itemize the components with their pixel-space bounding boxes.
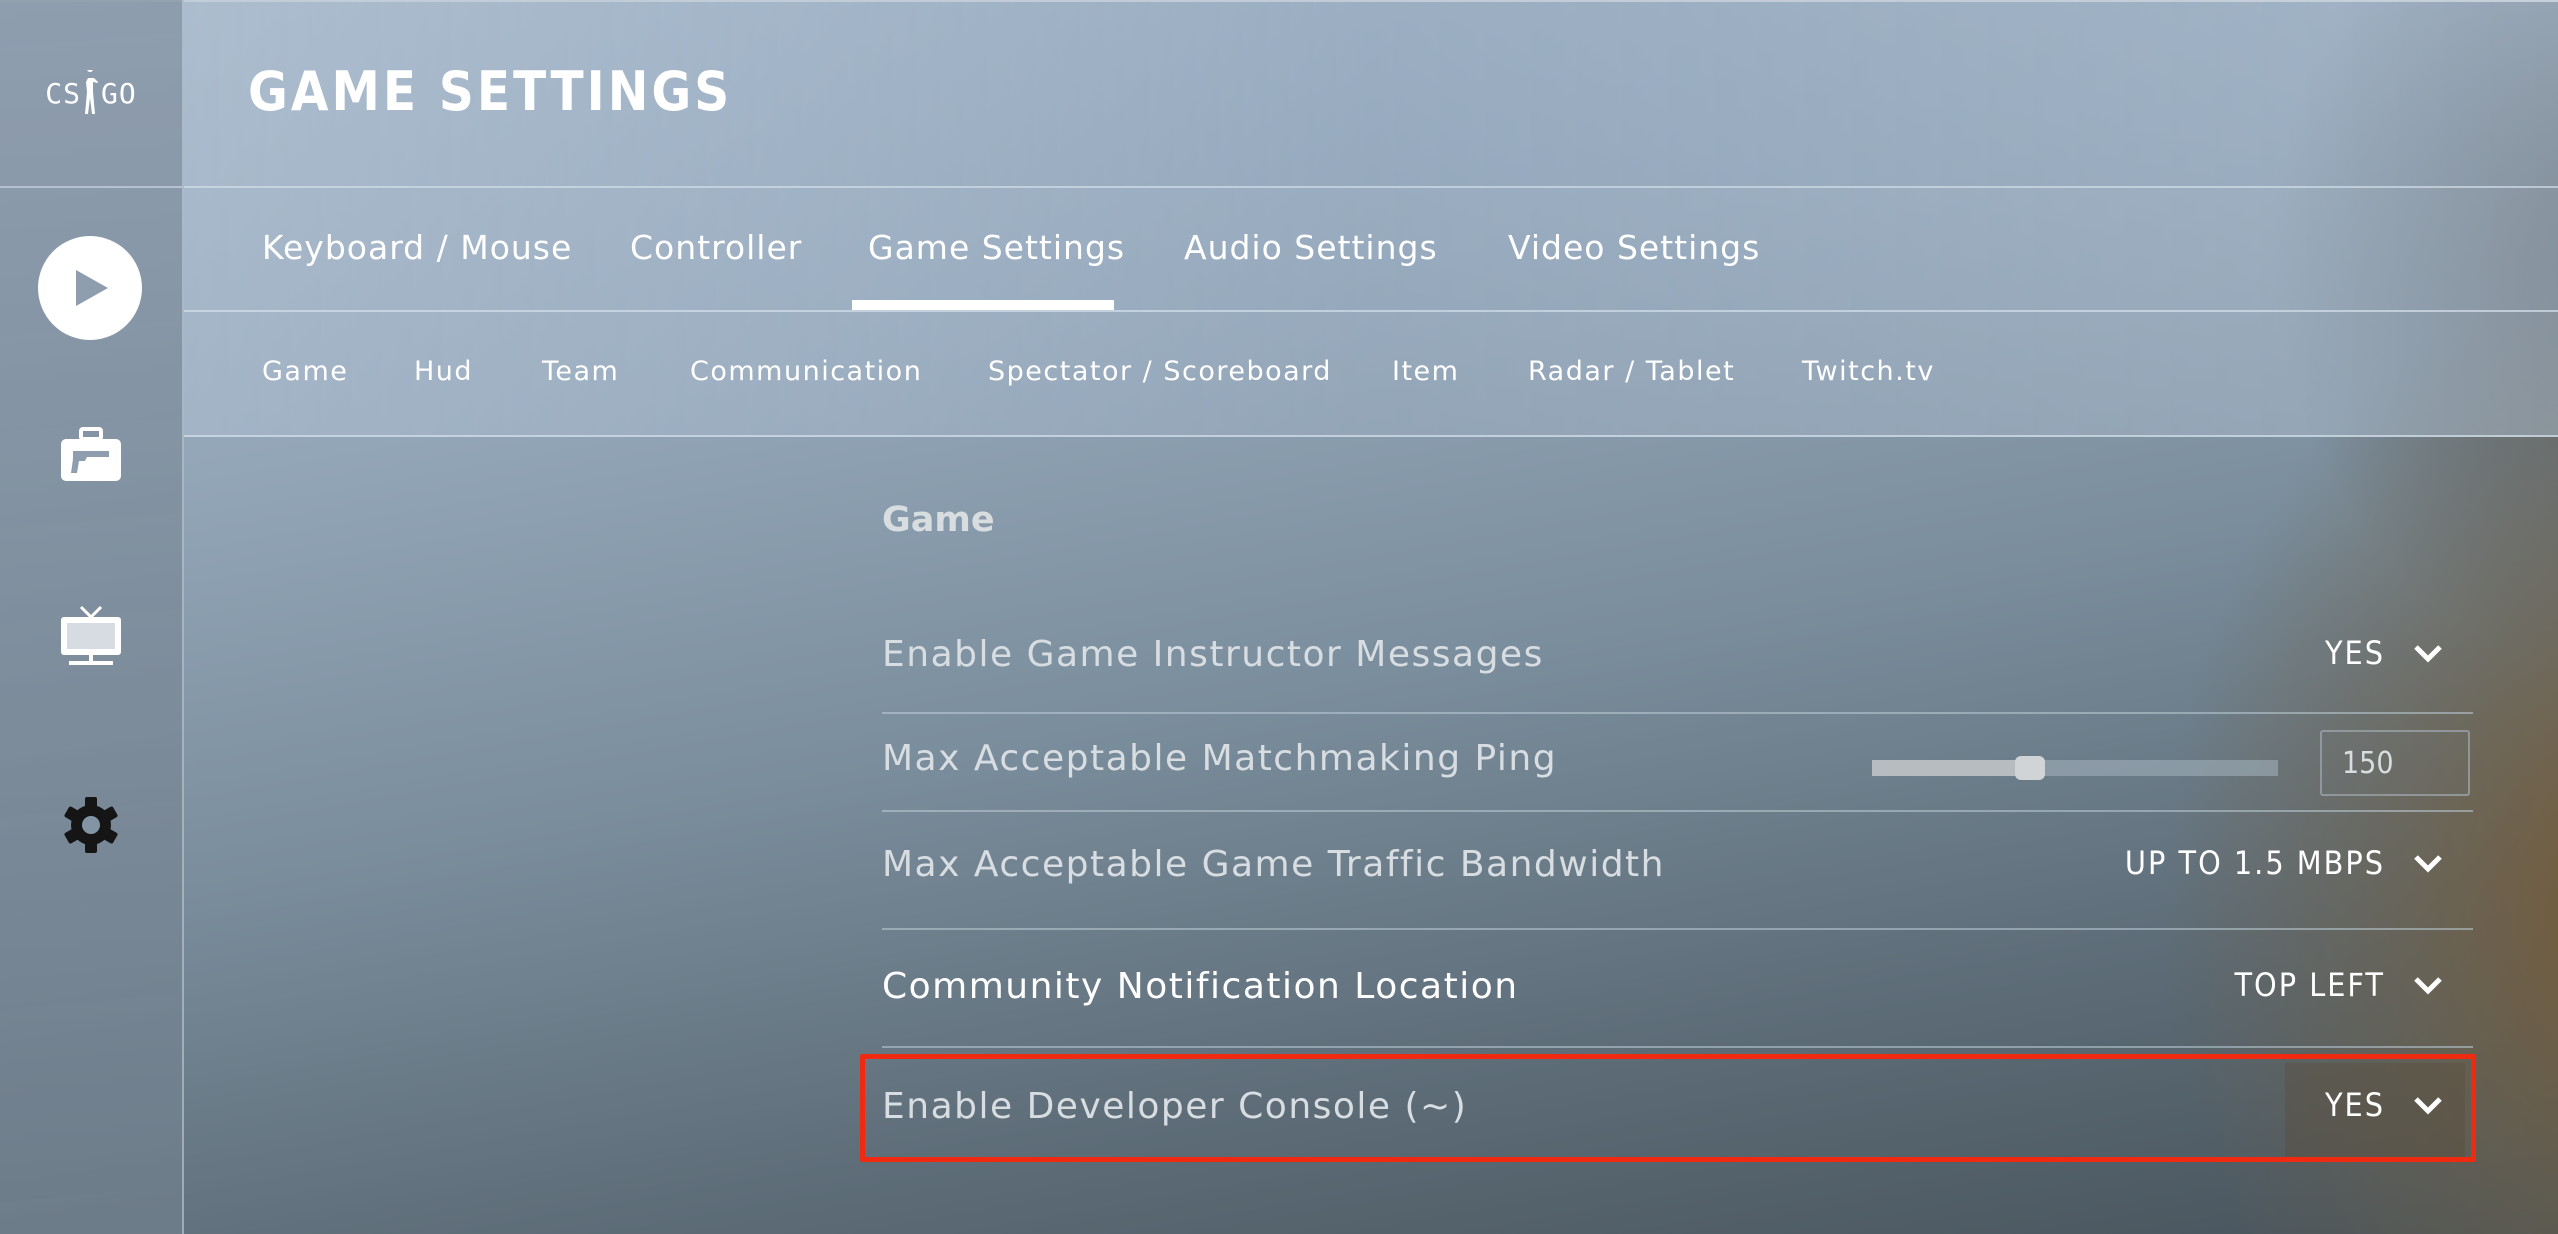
csgo-logo[interactable]: CS GO bbox=[0, 0, 182, 188]
sidebar: CS GO bbox=[0, 0, 184, 1234]
subtab-spectator-scoreboard[interactable]: Spectator / Scoreboard bbox=[988, 356, 1332, 387]
subtab-twitch[interactable]: Twitch.tv bbox=[1802, 356, 1935, 387]
setting-row-notification-location: Community Notification Location TOP LEFT bbox=[882, 930, 2473, 1046]
bandwidth-dropdown[interactable]: UP TO 1.5 MBPS bbox=[2125, 844, 2443, 882]
row-divider bbox=[882, 1046, 2473, 1048]
setting-label: Max Acceptable Game Traffic Bandwidth bbox=[882, 844, 1665, 885]
tab-audio-settings[interactable]: Audio Settings bbox=[1184, 228, 1438, 267]
subtab-hud[interactable]: Hud bbox=[414, 356, 473, 387]
sidebar-watch-button[interactable] bbox=[36, 600, 146, 670]
tv-icon bbox=[61, 605, 121, 665]
subtab-radar-tablet[interactable]: Radar / Tablet bbox=[1528, 356, 1735, 387]
chevron-down-icon bbox=[2414, 855, 2442, 873]
dropdown-value: TOP LEFT bbox=[2234, 966, 2385, 1004]
chevron-down-icon bbox=[2414, 645, 2442, 663]
subtab-item[interactable]: Item bbox=[1392, 356, 1459, 387]
tab-game-settings[interactable]: Game Settings bbox=[868, 228, 1125, 267]
setting-label: Enable Game Instructor Messages bbox=[882, 634, 1544, 675]
setting-label: Community Notification Location bbox=[882, 966, 1519, 1007]
setting-row-bandwidth: Max Acceptable Game Traffic Bandwidth UP… bbox=[882, 812, 2473, 928]
developer-console-dropdown[interactable]: YES bbox=[2325, 1086, 2443, 1124]
dropdown-value: YES bbox=[2324, 634, 2385, 672]
soldier-icon bbox=[85, 70, 98, 114]
subtab-communication[interactable]: Communication bbox=[690, 356, 922, 387]
setting-row-matchmaking-ping: Max Acceptable Matchmaking Ping 150 bbox=[882, 714, 2473, 810]
logo-text-right: GO bbox=[101, 76, 137, 110]
play-icon bbox=[76, 270, 108, 306]
game-instructor-dropdown[interactable]: YES bbox=[2325, 634, 2443, 672]
dropdown-value: YES bbox=[2324, 1086, 2385, 1124]
ping-value-input[interactable]: 150 bbox=[2320, 730, 2470, 796]
main-tabs: Keyboard / Mouse Controller Game Setting… bbox=[184, 188, 2558, 312]
slider-thumb[interactable] bbox=[2015, 756, 2046, 780]
ping-slider[interactable] bbox=[1872, 756, 2278, 780]
sub-tabs: Game Hud Team Communication Spectator / … bbox=[184, 312, 2558, 437]
tab-video-settings[interactable]: Video Settings bbox=[1508, 228, 1760, 267]
setting-row-game-instructor: Enable Game Instructor Messages YES bbox=[882, 610, 2473, 710]
tab-controller[interactable]: Controller bbox=[630, 228, 802, 267]
active-tab-indicator bbox=[852, 300, 1114, 310]
setting-row-developer-console: Enable Developer Console (~) YES bbox=[882, 1058, 2473, 1158]
header: GAME SETTINGS bbox=[184, 0, 2558, 188]
logo-text-left: CS bbox=[45, 76, 81, 110]
chevron-down-icon bbox=[2414, 1097, 2442, 1115]
briefcase-gun-icon bbox=[61, 427, 121, 481]
slider-fill bbox=[1872, 760, 2031, 776]
setting-label: Max Acceptable Matchmaking Ping bbox=[882, 738, 1558, 779]
subtab-game[interactable]: Game bbox=[262, 356, 348, 387]
notification-location-dropdown[interactable]: TOP LEFT bbox=[2234, 966, 2443, 1004]
chevron-down-icon bbox=[2414, 977, 2442, 995]
dropdown-value: UP TO 1.5 MBPS bbox=[2124, 844, 2385, 882]
gear-icon bbox=[64, 797, 118, 853]
subtab-team[interactable]: Team bbox=[542, 356, 619, 387]
setting-label: Enable Developer Console (~) bbox=[882, 1086, 1468, 1127]
sidebar-settings-button[interactable] bbox=[36, 790, 146, 860]
tab-keyboard-mouse[interactable]: Keyboard / Mouse bbox=[262, 228, 572, 267]
page-title: GAME SETTINGS bbox=[248, 60, 733, 123]
sidebar-inventory-button[interactable] bbox=[36, 420, 146, 490]
sidebar-play-button[interactable] bbox=[38, 236, 142, 340]
section-title: Game bbox=[882, 500, 995, 540]
